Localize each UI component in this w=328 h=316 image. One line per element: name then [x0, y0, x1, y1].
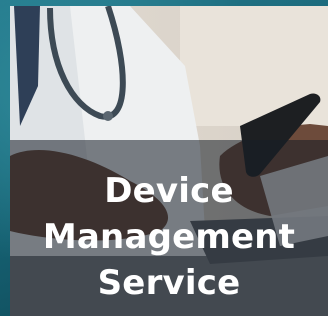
card-title-line-3: Service: [97, 263, 241, 303]
service-card[interactable]: Device Management Service: [0, 0, 328, 316]
card-title-line-1: Device: [104, 171, 234, 211]
card-title-line-2: Management: [42, 217, 296, 257]
card-title[interactable]: Device Management Service: [10, 168, 328, 306]
